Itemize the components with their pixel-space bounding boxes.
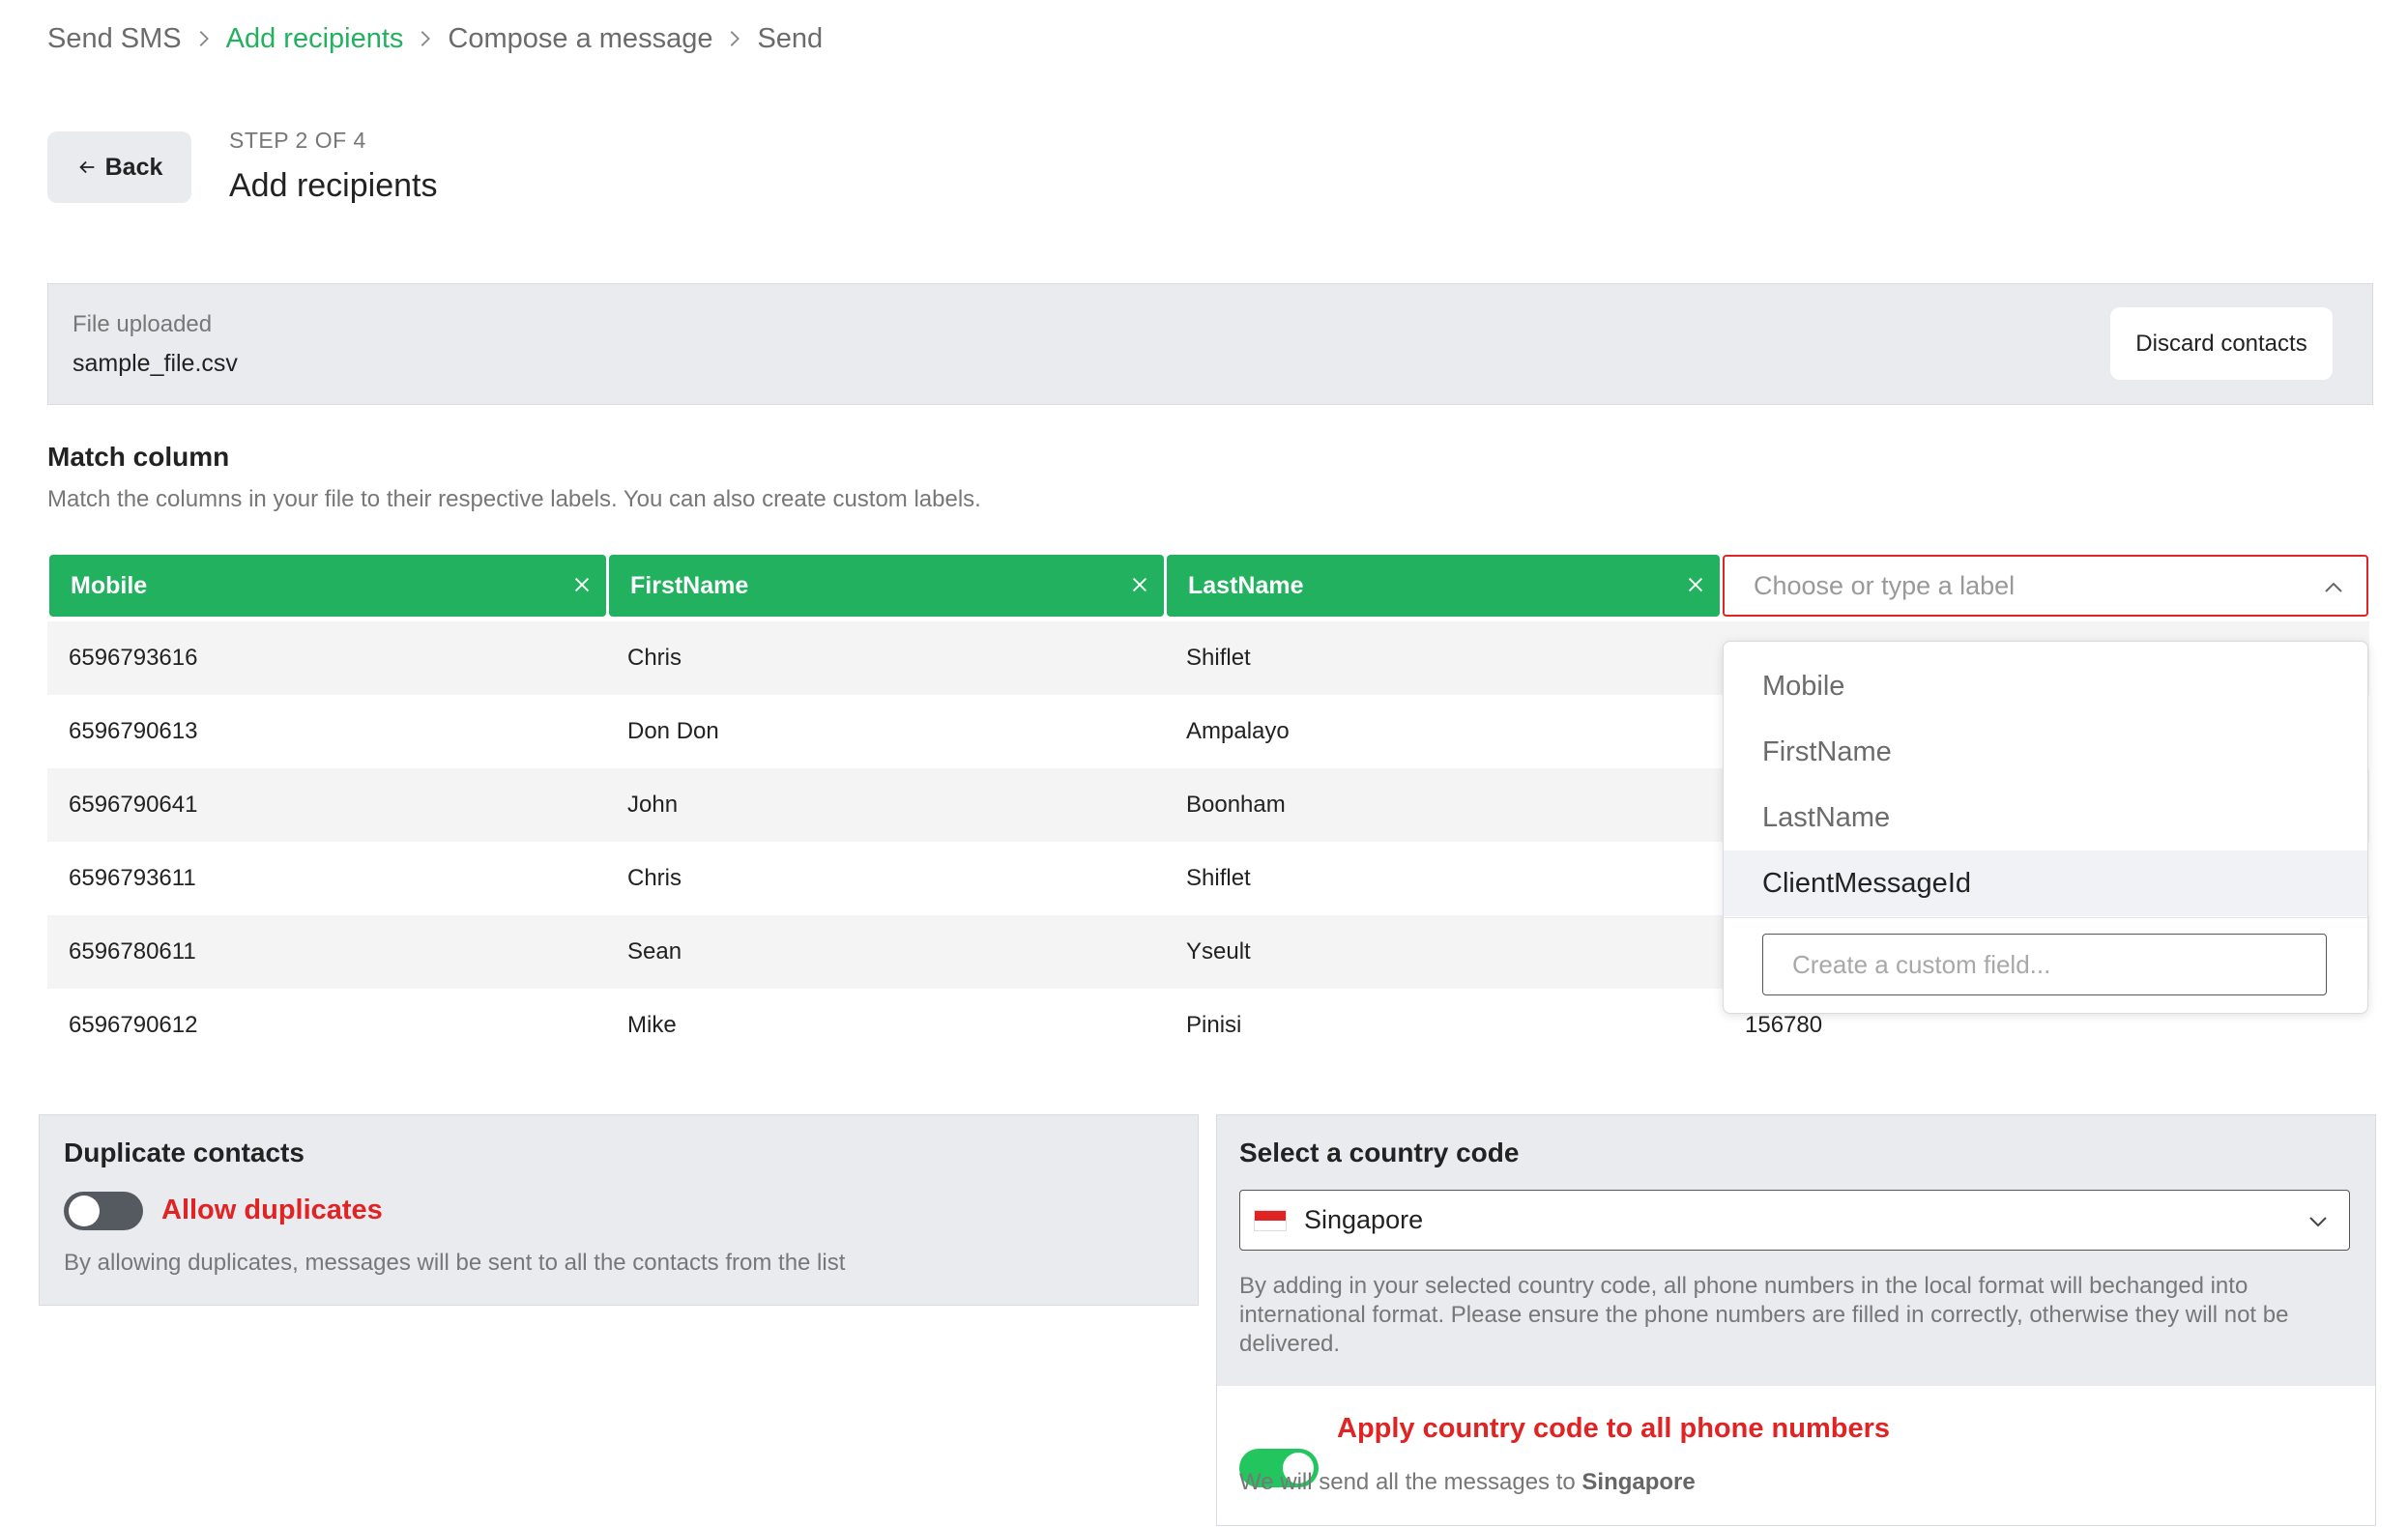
cell-lastname: Pinisi [1186, 1012, 1242, 1038]
label-select-input[interactable]: Choose or type a label [1723, 555, 2368, 617]
file-name: sample_file.csv [73, 350, 238, 377]
label-dropdown-menu: Mobile FirstName LastName ClientMessageI… [1723, 641, 2368, 1014]
cell-mobile: 6596793611 [69, 865, 196, 891]
dropdown-divider [1724, 917, 2367, 918]
discard-contacts-button[interactable]: Discard contacts [2110, 307, 2333, 380]
chevron-right-icon [712, 28, 757, 49]
chevron-right-icon [182, 28, 226, 49]
dropdown-option-mobile[interactable]: Mobile [1724, 653, 2367, 719]
cell-lastname: Shiflet [1186, 865, 1251, 891]
column-header-label: FirstName [630, 571, 749, 599]
cell-firstname: Mike [627, 1012, 677, 1038]
cell-extra: 156780 [1745, 1012, 1823, 1038]
column-header-label: Mobile [71, 571, 148, 599]
cell-mobile: 6596793616 [69, 645, 198, 671]
breadcrumb-send[interactable]: Send [757, 23, 823, 55]
column-header-mobile[interactable]: Mobile [49, 555, 606, 617]
country-code-helper-text: By adding in your selected country code,… [1239, 1273, 2289, 1357]
file-uploaded-label: File uploaded [73, 311, 213, 337]
breadcrumb: Send SMS Add recipients Compose a messag… [47, 19, 823, 58]
custom-field-placeholder: Create a custom field... [1792, 949, 2051, 979]
country-select-value: Singapore [1304, 1205, 1424, 1234]
breadcrumb-send-sms[interactable]: Send SMS [47, 23, 182, 55]
country-code-title: Select a country code [1239, 1138, 1520, 1167]
column-header-label: LastName [1188, 571, 1304, 599]
breadcrumb-compose-message[interactable]: Compose a message [448, 23, 712, 55]
dropdown-option-firstname[interactable]: FirstName [1724, 719, 2367, 785]
allow-duplicates-label[interactable]: Allow duplicates [161, 1195, 383, 1226]
duplicates-helper-text: By allowing duplicates, messages will be… [64, 1250, 846, 1276]
duplicate-contacts-title: Duplicate contacts [64, 1138, 305, 1167]
chevron-down-icon [2309, 1217, 2327, 1227]
toggle-knob [69, 1196, 100, 1226]
cell-mobile: 6596790612 [69, 1012, 198, 1038]
back-button-label: Back [104, 153, 163, 181]
column-header-lastname[interactable]: LastName [1167, 555, 1720, 617]
custom-field-input[interactable]: Create a custom field... [1762, 934, 2327, 995]
back-button[interactable]: Back [47, 131, 191, 203]
allow-duplicates-toggle[interactable] [64, 1192, 143, 1230]
match-column-title: Match column [47, 442, 230, 472]
dropdown-option-clientmessageid[interactable]: ClientMessageId [1724, 850, 2367, 916]
cell-lastname: Shiflet [1186, 645, 1251, 671]
cell-mobile: 6596790641 [69, 792, 198, 818]
cell-lastname: Ampalayo [1186, 718, 1290, 744]
breadcrumb-add-recipients[interactable]: Add recipients [226, 23, 404, 55]
cell-lastname: Yseult [1186, 938, 1251, 965]
chevron-up-icon [2325, 582, 2342, 592]
cell-mobile: 6596780611 [69, 938, 196, 965]
close-icon[interactable] [1129, 574, 1150, 595]
country-code-note-country: Singapore [1581, 1469, 1696, 1495]
apply-country-code-label[interactable]: Apply country code to all phone numbers [1337, 1413, 1890, 1445]
dropdown-option-lastname[interactable]: LastName [1724, 785, 2367, 850]
singapore-flag-icon [1254, 1209, 1287, 1231]
file-uploaded-bar [47, 283, 2373, 405]
cell-lastname: Boonham [1186, 792, 1286, 818]
country-code-note: We will send all the messages to Singapo… [1239, 1468, 1696, 1497]
cell-mobile: 6596790613 [69, 718, 198, 744]
cell-firstname: Chris [627, 645, 682, 671]
country-select[interactable]: Singapore [1239, 1190, 2350, 1251]
match-column-description: Match the columns in your file to their … [47, 486, 981, 512]
cell-firstname: John [627, 792, 679, 818]
column-header-firstname[interactable]: FirstName [609, 555, 1164, 617]
apply-country-code-section [1217, 1386, 2375, 1525]
arrow-left-icon [78, 160, 94, 174]
close-icon[interactable] [571, 574, 593, 595]
cell-firstname: Chris [627, 865, 682, 891]
chevron-right-icon [403, 28, 448, 49]
close-icon[interactable] [1685, 574, 1706, 595]
country-code-note-prefix: We will send all the messages to [1239, 1469, 1576, 1495]
cell-firstname: Sean [627, 938, 682, 965]
page-title: Add recipients [229, 167, 438, 204]
step-indicator: STEP 2 OF 4 [229, 128, 366, 153]
label-select-placeholder: Choose or type a label [1754, 570, 2016, 600]
cell-firstname: Don Don [627, 718, 719, 744]
